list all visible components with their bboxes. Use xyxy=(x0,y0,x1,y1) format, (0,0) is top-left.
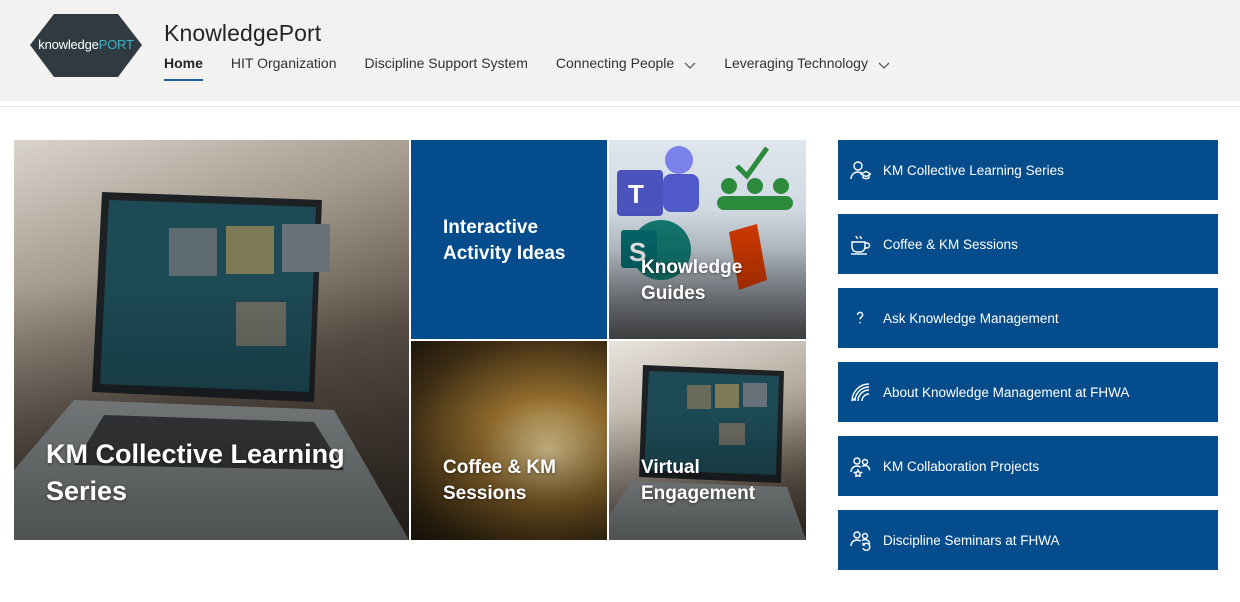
quick-link-label: Discipline Seminars at FHWA xyxy=(883,532,1060,548)
quick-link-label: Coffee & KM Sessions xyxy=(883,236,1018,252)
tile-knowledge-guides[interactable]: T S Knowledge Guides xyxy=(609,140,806,339)
header-divider xyxy=(0,101,1240,107)
nav-item-home[interactable]: Home xyxy=(164,55,203,85)
tile-coffee-km-sessions[interactable]: Coffee & KM Sessions xyxy=(411,341,607,540)
tile-shade xyxy=(609,140,806,339)
quick-link-coffee-km-sessions[interactable]: Coffee & KM Sessions xyxy=(838,214,1218,274)
tile-caption: KM Collective Learning Series xyxy=(46,439,345,507)
tile-shade xyxy=(411,341,607,540)
question-mark-icon xyxy=(849,307,871,329)
tile-caption: Knowledge Guides xyxy=(641,257,743,304)
people-star-icon xyxy=(849,455,871,477)
tile-caption: Virtual Engagement xyxy=(641,457,756,504)
nav-item-hit-organization[interactable]: HIT Organization xyxy=(231,55,337,85)
tile-virtual-engagement[interactable]: Virtual Engagement xyxy=(609,341,806,540)
tile-km-collective-learning-series[interactable]: KM Collective Learning Series xyxy=(14,140,409,540)
quick-link-label: Ask Knowledge Management xyxy=(883,310,1059,326)
quick-link-label: KM Collective Learning Series xyxy=(883,162,1064,178)
quick-link-km-collaboration-projects[interactable]: KM Collaboration Projects xyxy=(838,436,1218,496)
quick-link-about-km-at-fhwa[interactable]: About Knowledge Management at FHWA xyxy=(838,362,1218,422)
chevron-down-icon xyxy=(878,58,890,74)
logo-wordmark: knowledgePORT xyxy=(38,37,134,52)
nav-item-leveraging-technology[interactable]: Leveraging Technology xyxy=(724,55,890,85)
nav-item-connecting-people[interactable]: Connecting People xyxy=(556,55,696,85)
quick-link-discipline-seminars-at-fhwa[interactable]: Discipline Seminars at FHWA xyxy=(838,510,1218,570)
tile-caption: Interactive Activity Ideas xyxy=(443,217,566,264)
site-header: knowledgePORT KnowledgePort Home HIT Org… xyxy=(0,0,1240,101)
coffee-cup-icon xyxy=(849,233,871,255)
top-navigation: Home HIT Organization Discipline Support… xyxy=(164,55,918,85)
knowledgeport-logo[interactable]: knowledgePORT xyxy=(29,13,143,78)
chevron-down-icon xyxy=(684,58,696,74)
tile-interactive-activity-ideas[interactable]: Interactive Activity Ideas xyxy=(411,140,607,339)
quick-link-label: About Knowledge Management at FHWA xyxy=(883,384,1130,400)
people-refresh-icon xyxy=(849,529,871,551)
signal-hand-icon xyxy=(849,381,871,403)
quick-link-ask-knowledge-management[interactable]: Ask Knowledge Management xyxy=(838,288,1218,348)
tile-shade xyxy=(609,341,806,540)
quick-link-label: KM Collaboration Projects xyxy=(883,458,1040,474)
tile-caption: Coffee & KM Sessions xyxy=(443,457,556,504)
nav-item-discipline-support-system[interactable]: Discipline Support System xyxy=(364,55,527,85)
learner-icon xyxy=(849,159,871,181)
site-title[interactable]: KnowledgePort xyxy=(164,20,321,47)
quick-link-km-collective-learning-series[interactable]: KM Collective Learning Series xyxy=(838,140,1218,200)
